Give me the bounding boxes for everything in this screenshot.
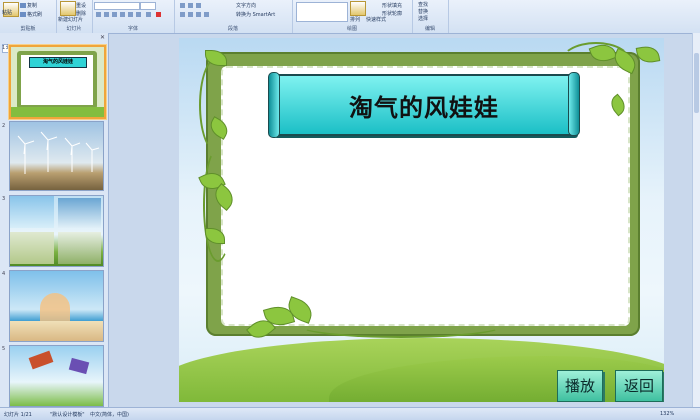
reset-button[interactable]: 重设 <box>76 2 86 9</box>
editing-group: 查找 替换 选择 编辑 <box>412 0 449 33</box>
numbering-icon[interactable] <box>188 3 193 8</box>
copy-label: 复制 <box>27 3 38 9</box>
font-label: 字体 <box>127 26 138 32</box>
shapes-gallery[interactable] <box>296 2 348 22</box>
back-button[interactable]: 返回 <box>615 370 663 402</box>
align-center-icon[interactable] <box>188 12 193 17</box>
paste-button[interactable]: 粘贴 <box>2 9 12 16</box>
find-button[interactable]: 查找 <box>418 1 428 8</box>
arrange-icon[interactable] <box>350 1 366 16</box>
new-slide-icon[interactable] <box>60 1 76 16</box>
align-left-icon[interactable] <box>180 12 185 17</box>
slide-number: 5 <box>2 346 6 352</box>
ribbon: 粘贴 复制 格式刷 剪贴板 新建幻灯片 重设 删除 幻灯片 字体 文字方向 转换… <box>0 0 700 34</box>
bullets-icon[interactable] <box>180 3 185 8</box>
slide-title: 淘气的风娃娃 <box>349 93 499 122</box>
indent-icon[interactable] <box>196 3 201 8</box>
title-banner: 淘气的风娃娃 <box>268 72 580 138</box>
bold-icon[interactable] <box>96 12 101 17</box>
shape-fill-button[interactable]: 形状填充 <box>382 2 402 9</box>
slides-group: 新建幻灯片 重设 删除 幻灯片 <box>56 0 93 33</box>
underline-icon[interactable] <box>112 12 117 17</box>
strikethrough-icon[interactable] <box>120 12 125 17</box>
panel-tabs: 幻灯片 大纲 <box>2 34 50 53</box>
language-indicator: 中文(简体，中国) <box>90 412 129 418</box>
wind-turbines-image <box>17 131 100 174</box>
quick-styles-button[interactable]: 快速样式 <box>366 16 386 23</box>
align-right-icon[interactable] <box>196 12 201 17</box>
slide-thumbnail-3[interactable] <box>9 195 104 267</box>
copy-button[interactable]: 复制 <box>20 2 37 9</box>
thumb-sky-image <box>10 196 54 228</box>
text-direction-button[interactable]: 文字方向 <box>236 2 256 9</box>
font-size-select[interactable] <box>140 2 156 10</box>
thumb-grass <box>11 107 104 117</box>
slide-counter: 幻灯片 1/21 <box>4 412 32 418</box>
editing-label: 编辑 <box>424 26 435 32</box>
spacing-icon[interactable] <box>136 12 141 17</box>
drawing-group: 排列 快速样式 形状填充 形状轮廓 绘图 <box>292 0 413 33</box>
slide-number: 2 <box>2 123 6 129</box>
theme-name: "默认设计模板" <box>50 412 85 418</box>
format-painter-icon <box>20 12 26 17</box>
vine-bottom <box>299 314 503 338</box>
slide-number: 4 <box>2 271 6 277</box>
thumb-girl-illustration <box>40 293 70 323</box>
clipboard-label: 剪贴板 <box>20 26 36 32</box>
paragraph-group: 文字方向 转换为 SmartArt 段落 <box>174 0 293 33</box>
italic-icon[interactable] <box>104 12 109 17</box>
shadow-icon[interactable] <box>128 12 133 17</box>
drawing-label: 绘图 <box>346 26 357 32</box>
zoom-level[interactable]: 132% <box>660 411 674 417</box>
slide-thumbnail-1[interactable]: 淘气的风娃娃 <box>9 45 106 119</box>
thumb-kite-2 <box>68 357 90 375</box>
thumb-shore <box>10 321 103 341</box>
slide-thumbnail-panel: 幻灯片 大纲 ✕ 1 淘气的风娃娃 2 3 4 5 <box>0 33 109 407</box>
replace-button[interactable]: 替换 <box>418 8 428 15</box>
convert-smartart-button[interactable]: 转换为 SmartArt <box>236 11 275 18</box>
clipboard-group: 粘贴 复制 格式刷 剪贴板 <box>0 0 57 33</box>
justify-icon[interactable] <box>204 12 209 17</box>
change-case-icon[interactable] <box>146 12 151 17</box>
arrange-button[interactable]: 排列 <box>350 16 360 23</box>
slide-thumbnail-4[interactable] <box>9 270 104 342</box>
slide-number: 3 <box>2 196 6 202</box>
slide-canvas[interactable]: 淘气的风娃娃 播放 返回 <box>179 38 664 402</box>
status-bar: 幻灯片 1/21 "默认设计模板" 中文(简体，中国) 132% <box>0 407 700 420</box>
vertical-scrollbar[interactable] <box>692 33 700 407</box>
paragraph-label: 段落 <box>227 26 238 32</box>
thumb-grass-image <box>10 232 54 264</box>
copy-icon <box>20 3 26 8</box>
new-slide-button[interactable]: 新建幻灯片 <box>58 16 83 23</box>
thumb-kite-1 <box>28 350 54 370</box>
delete-button[interactable]: 删除 <box>76 10 86 17</box>
select-button[interactable]: 选择 <box>418 15 428 22</box>
scrollbar-thumb[interactable] <box>694 53 699 113</box>
slide-thumbnail-2[interactable] <box>9 121 104 191</box>
format-painter-label: 格式刷 <box>27 12 43 18</box>
slide-number: 1 <box>2 45 6 51</box>
shape-outline-button[interactable]: 形状轮廓 <box>382 10 402 17</box>
vine-left-top <box>199 58 233 152</box>
thumb-dandelion-image <box>58 198 101 228</box>
slide-thumbnail-5[interactable] <box>9 345 104 407</box>
font-group: 字体 <box>92 0 175 33</box>
thumb-field-image <box>58 232 101 264</box>
thumb-title: 淘气的风娃娃 <box>29 57 87 68</box>
close-icon[interactable]: ✕ <box>100 34 105 41</box>
slides-label: 幻灯片 <box>66 26 82 32</box>
format-painter-button[interactable]: 格式刷 <box>20 11 42 18</box>
font-color-icon[interactable] <box>156 12 161 17</box>
font-name-select[interactable] <box>94 2 140 10</box>
play-button[interactable]: 播放 <box>557 370 603 402</box>
